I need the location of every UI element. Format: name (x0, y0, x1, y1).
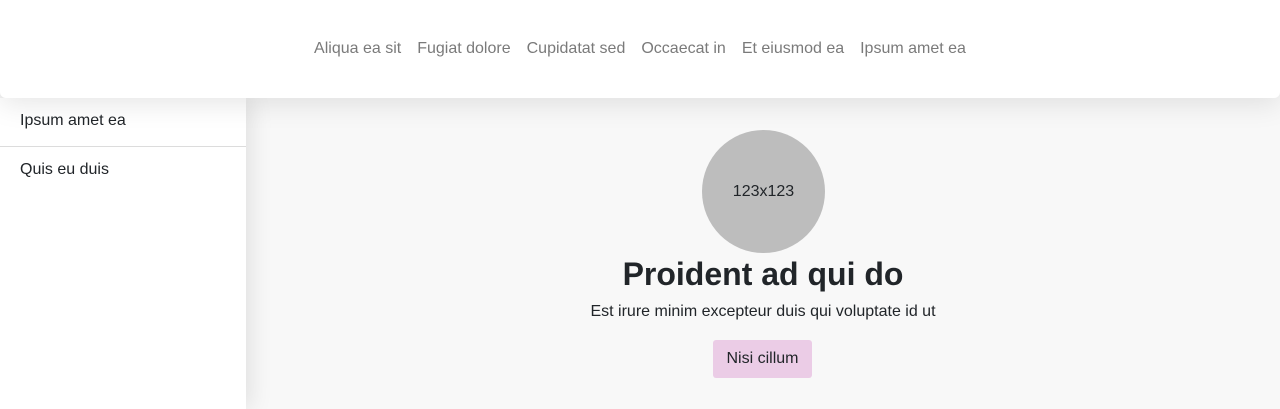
avatar-placeholder-label: 123x123 (732, 182, 795, 200)
main-content: 123x123 Proident ad qui do Est irure min… (246, 98, 1280, 409)
top-nav-link-fugiat-dolore[interactable]: Fugiat dolore (409, 38, 518, 60)
sidebar: Ipsum amet ea Quis eu duis (0, 98, 246, 409)
top-navbar: Aliqua ea sit Fugiat dolore Cupidatat se… (0, 0, 1280, 98)
top-nav: Aliqua ea sit Fugiat dolore Cupidatat se… (0, 38, 1280, 60)
hero-subtitle: Est irure minim excepteur duis qui volup… (590, 303, 936, 320)
top-nav-link-et-eiusmod-ea[interactable]: Et eiusmod ea (734, 38, 852, 60)
avatar-placeholder: 123x123 (702, 130, 825, 253)
hero-title: Proident ad qui do (622, 256, 904, 292)
top-nav-link-cupidatat-sed[interactable]: Cupidatat sed (519, 38, 634, 60)
top-nav-link-occaecat-in[interactable]: Occaecat in (633, 38, 733, 60)
cta-button[interactable]: Nisi cillum (713, 340, 812, 378)
top-nav-link-ipsum-amet-ea[interactable]: Ipsum amet ea (852, 38, 974, 60)
top-nav-link-aliqua-ea-sit[interactable]: Aliqua ea sit (306, 38, 409, 60)
sidebar-item-ipsum-amet-ea[interactable]: Ipsum amet ea (0, 98, 246, 146)
sidebar-item-quis-eu-duis[interactable]: Quis eu duis (0, 146, 246, 194)
